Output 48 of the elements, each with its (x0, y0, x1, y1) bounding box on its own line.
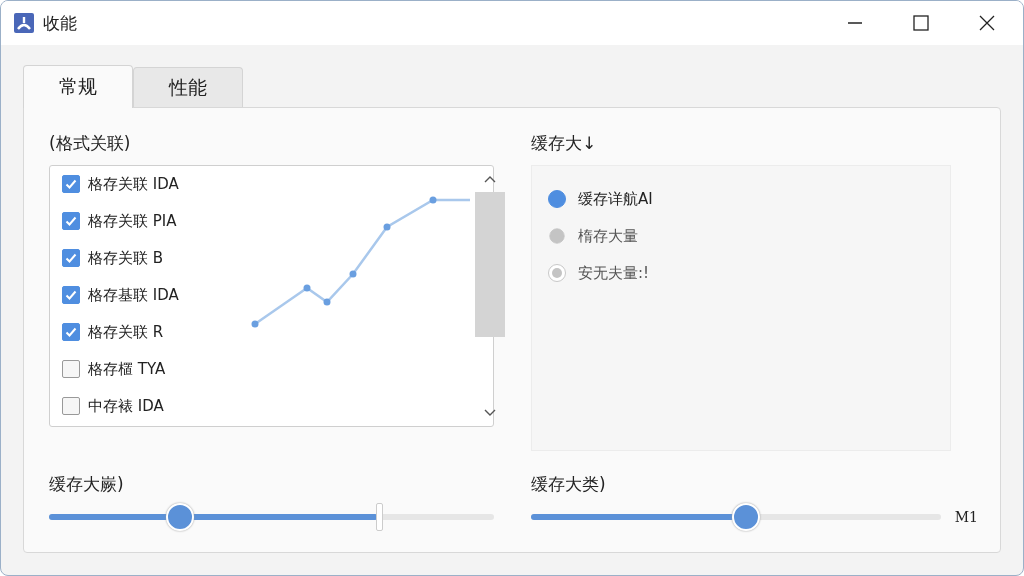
slider[interactable] (49, 502, 494, 532)
checkbox-label: 格存关联 PIA (88, 211, 177, 231)
slider-thumb[interactable] (732, 503, 761, 531)
radio-button[interactable] (548, 190, 566, 208)
close-icon[interactable] (979, 15, 995, 31)
radio-label: 缓存详航AI (578, 189, 653, 209)
checkmark-icon (64, 214, 78, 228)
checkbox-label: 格存关联 IDA (88, 174, 179, 194)
scroll-down-icon[interactable] (483, 408, 497, 418)
slider-value: M1 (954, 509, 978, 525)
checkbox[interactable] (62, 397, 80, 415)
slider-thumb[interactable] (166, 503, 195, 531)
checkmark-icon (64, 288, 78, 302)
window-title: 收能 (43, 11, 77, 35)
radio-label: 楕存大量 (578, 226, 638, 246)
checkbox-label: 格存基联 IDA (88, 285, 179, 305)
checkbox[interactable] (62, 175, 80, 193)
scroll-up-icon[interactable] (483, 174, 497, 184)
slider-handle[interactable] (376, 503, 384, 531)
checkbox-label: 格存关联 B (88, 248, 164, 268)
app-icon (14, 13, 34, 33)
slider-label: 缓存大嶡) (49, 473, 125, 496)
checkbox[interactable] (62, 212, 80, 230)
checkbox[interactable] (62, 360, 80, 378)
checkmark-icon (64, 325, 78, 339)
checkbox-label: 中存裱 IDA (88, 396, 164, 416)
graph-point (383, 223, 391, 231)
checkmark-icon (64, 177, 78, 191)
checkbox-label: 格存关联 R (88, 322, 164, 342)
radio-label: 安无夫量:! (578, 263, 650, 283)
checkbox[interactable] (62, 323, 80, 341)
checkbox[interactable] (62, 286, 80, 304)
graph-point (323, 298, 331, 306)
group-heading: 缓存大↓ (531, 132, 598, 155)
graph-point (303, 284, 311, 292)
checkmark-icon (64, 251, 78, 265)
graph-point (349, 270, 357, 278)
checkbox[interactable] (62, 249, 80, 267)
tab[interactable]: 常规 (23, 65, 133, 108)
checkbox-label: 格存㯰 TYA (88, 359, 166, 379)
tab[interactable]: 性能 (133, 67, 243, 107)
graph-point (251, 320, 259, 328)
maximize-icon[interactable] (913, 15, 929, 31)
scrollbar-thumb[interactable] (475, 192, 505, 337)
slider[interactable] (531, 502, 941, 532)
graph-point (429, 196, 437, 204)
slider-label: 缓存大类) (531, 473, 607, 496)
group-heading: (格式关联) (49, 132, 132, 155)
